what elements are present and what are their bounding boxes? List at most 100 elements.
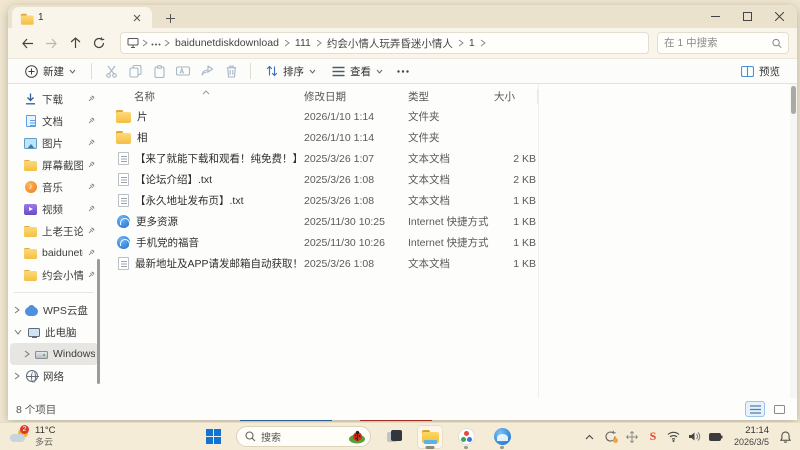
- tab-1[interactable]: 1: [12, 7, 152, 28]
- hidden-icons-chevron[interactable]: [581, 426, 599, 448]
- chevron-right-icon: [142, 39, 148, 47]
- battery-icon[interactable]: [707, 426, 725, 448]
- file-row[interactable]: 手机党的福音 2025/11/30 10:26 Internet 快捷方式 1 …: [100, 232, 797, 253]
- chevron-down-icon: [14, 329, 22, 335]
- more-options-button[interactable]: [392, 61, 414, 81]
- file-row[interactable]: 【来了就能下载和观看！纯免费！】.txt 2025/3/26 1:07 文本文档…: [100, 148, 797, 169]
- start-button[interactable]: [200, 425, 226, 449]
- pin-icon: [88, 181, 95, 193]
- up-button[interactable]: [64, 32, 86, 54]
- sidebar-item-folder[interactable]: 约会小情人玩: [10, 264, 98, 286]
- input-method-tray-icon[interactable]: [623, 426, 641, 448]
- close-button[interactable]: [763, 5, 795, 27]
- breadcrumb-item[interactable]: 1: [467, 37, 477, 49]
- this-pc-icon: [127, 38, 139, 48]
- file-type: 文件夹: [408, 132, 440, 144]
- sidebar-item-downloads[interactable]: 下载: [10, 88, 98, 110]
- taskbar-weather-widget[interactable]: 2 11°C 多云: [0, 425, 200, 447]
- file-row[interactable]: 片 2026/1/10 1:14 文件夹: [100, 106, 797, 127]
- sync-tray-icon[interactable]: [602, 426, 620, 448]
- sidebar-item-pictures[interactable]: 图片: [10, 132, 98, 154]
- items-count: 8 个项目: [16, 403, 57, 416]
- column-header-name[interactable]: 名称: [100, 89, 300, 104]
- taskbar-browser-button[interactable]: [489, 425, 515, 449]
- app-icon: [457, 428, 475, 445]
- forward-button[interactable]: [40, 32, 62, 54]
- file-date: 2025/11/30 10:25: [304, 215, 385, 228]
- network-icon: [25, 370, 39, 383]
- document-icon: [24, 115, 37, 128]
- sidebar-item-folder[interactable]: baidunetdisk: [10, 242, 98, 264]
- sidebar-item-label: 文档: [42, 115, 63, 128]
- sidebar-item-folder[interactable]: 上老王论坛当: [10, 220, 98, 242]
- sidebar-item-screenshots[interactable]: 屏幕截图: [10, 154, 98, 176]
- file-date: 2025/3/26 1:08: [304, 194, 375, 207]
- sidebar-item-this-pc[interactable]: 此电脑: [10, 321, 98, 343]
- sidebar-item-label: 图片: [42, 137, 63, 150]
- notification-bell-icon[interactable]: [776, 426, 794, 448]
- sort-button[interactable]: 排序: [259, 61, 323, 82]
- back-button[interactable]: [16, 32, 38, 54]
- new-tab-button[interactable]: [160, 8, 180, 28]
- sidebar-item-label: 上老王论坛当: [42, 225, 83, 238]
- sidebar-item-music[interactable]: ♪ 音乐: [10, 176, 98, 198]
- file-list-scrollbar[interactable]: [790, 84, 797, 398]
- minimize-button[interactable]: [699, 5, 731, 27]
- tab-title: 1: [38, 12, 44, 23]
- file-row[interactable]: 【论坛介绍】.txt 2025/3/26 1:08 文本文档 2 KB: [100, 169, 797, 190]
- file-date: 2026/1/10 1:14: [304, 110, 375, 123]
- column-header-date[interactable]: 修改日期: [300, 89, 404, 104]
- view-button[interactable]: 查看: [325, 61, 390, 82]
- file-row[interactable]: 最新地址及APP请发邮箱自动获取！！！.txt 2025/3/26 1:08 文…: [100, 253, 797, 274]
- column-header-type[interactable]: 类型: [404, 89, 490, 104]
- file-row[interactable]: 相 2026/1/10 1:14 文件夹: [100, 127, 797, 148]
- taskbar-file-explorer-button[interactable]: [417, 424, 443, 449]
- sidebar-divider: [14, 292, 94, 293]
- sidebar-item-windows-ssd[interactable]: Windows-SSD: [10, 343, 98, 365]
- search-box[interactable]: [657, 32, 789, 54]
- sidebar-item-videos[interactable]: 视频: [10, 198, 98, 220]
- breadcrumb-item[interactable]: 111: [293, 37, 313, 49]
- file-row[interactable]: 更多资源 2025/11/30 10:25 Internet 快捷方式 1 KB: [100, 211, 797, 232]
- weather-condition: 多云: [35, 436, 54, 447]
- file-size: 1 KB: [513, 257, 536, 270]
- task-view-button[interactable]: [381, 425, 407, 449]
- delete-button[interactable]: [220, 61, 242, 81]
- breadcrumb[interactable]: baidunetdiskdownload 111 约会小情人玩弄昏迷小情人 1: [120, 32, 649, 54]
- refresh-button[interactable]: [88, 32, 110, 54]
- copy-button[interactable]: [124, 61, 146, 81]
- sidebar-item-network[interactable]: 网络: [10, 365, 98, 387]
- browser-icon: [493, 428, 511, 445]
- volume-icon[interactable]: [686, 426, 704, 448]
- search-input[interactable]: [664, 37, 772, 49]
- details-view-button[interactable]: [745, 401, 765, 417]
- file-row[interactable]: 【永久地址发布页】.txt 2025/3/26 1:08 文本文档 1 KB: [100, 190, 797, 211]
- maximize-button[interactable]: [731, 5, 763, 27]
- taskbar-clock[interactable]: 21:14 2026/3/5: [734, 425, 769, 447]
- tab-close-icon[interactable]: [130, 11, 144, 25]
- rename-button[interactable]: [172, 61, 194, 81]
- paste-button[interactable]: [148, 61, 170, 81]
- sidebar-item-documents[interactable]: 文档: [10, 110, 98, 132]
- file-type: 文本文档: [408, 153, 450, 165]
- preview-button[interactable]: 预览: [734, 61, 787, 82]
- new-button[interactable]: 新建: [18, 61, 83, 82]
- sidebar-item-wps-cloud[interactable]: WPS云盘: [10, 299, 98, 321]
- wifi-icon[interactable]: [665, 426, 683, 448]
- file-type: Internet 快捷方式: [408, 216, 489, 228]
- sogou-input-tray-icon[interactable]: S: [644, 426, 662, 448]
- cut-button[interactable]: [100, 61, 122, 81]
- file-name: 片: [137, 111, 148, 123]
- taskbar-search-box[interactable]: 搜索: [236, 426, 371, 447]
- chevron-right-icon: [284, 39, 290, 47]
- thumbnail-view-button[interactable]: [769, 401, 789, 417]
- folder-icon: [24, 159, 37, 172]
- breadcrumb-ellipsis[interactable]: [151, 37, 161, 49]
- taskbar-app-button[interactable]: [453, 425, 479, 449]
- file-type: 文本文档: [408, 195, 450, 207]
- column-header-size[interactable]: 大小: [490, 88, 538, 104]
- share-button[interactable]: [196, 61, 218, 81]
- breadcrumb-item[interactable]: 约会小情人玩弄昏迷小情人: [325, 36, 455, 51]
- scrollbar-thumb[interactable]: [791, 86, 796, 114]
- breadcrumb-item[interactable]: baidunetdiskdownload: [173, 37, 281, 49]
